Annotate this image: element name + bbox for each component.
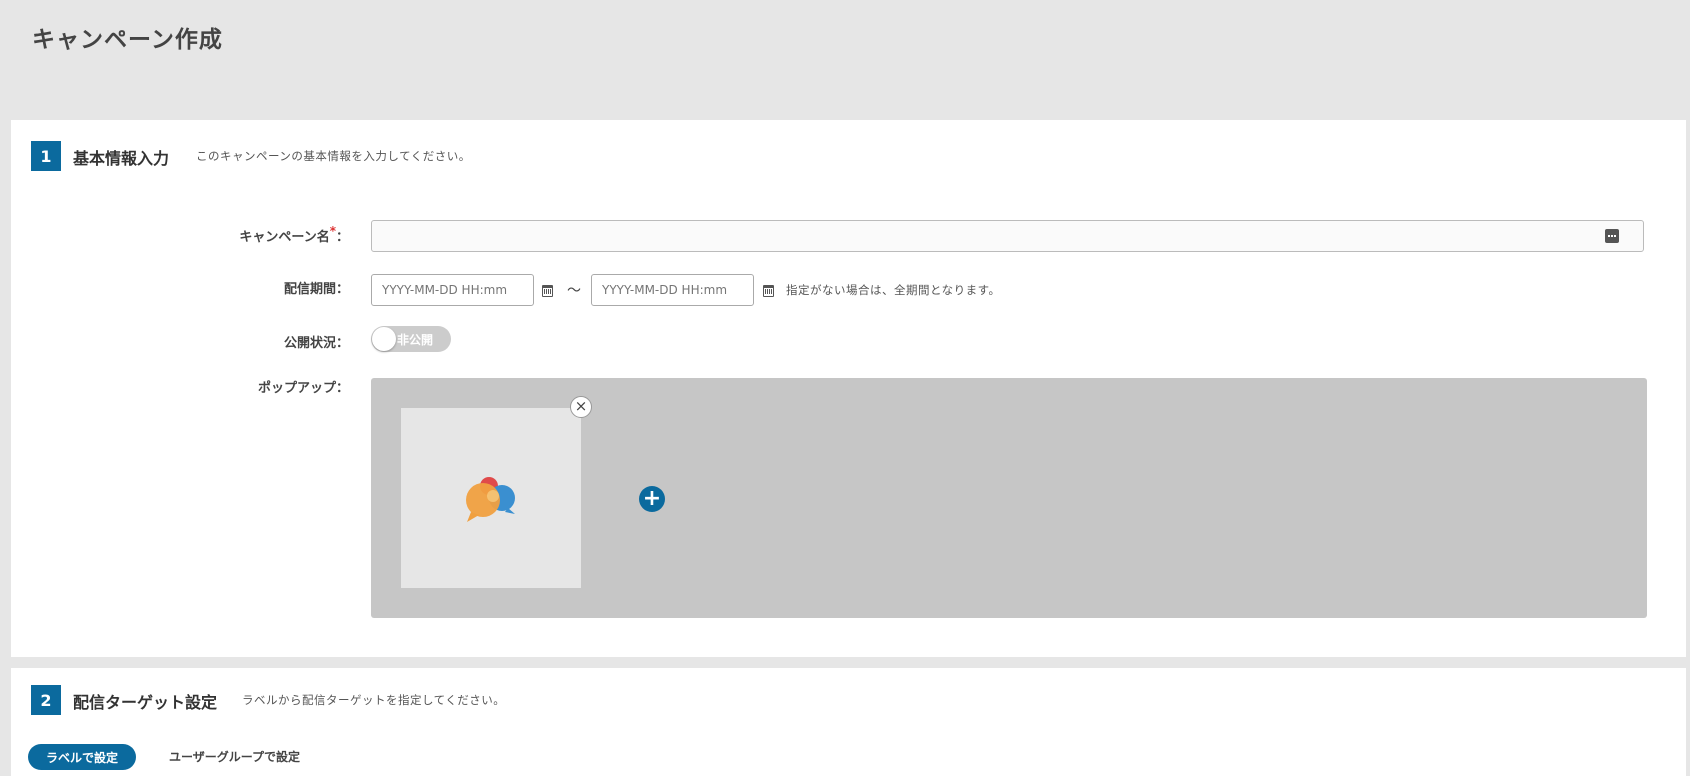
target-settings-panel: 2 配信ターゲット設定 ラベルから配信ターゲットを指定してください。 ラベルで設… bbox=[11, 668, 1686, 776]
campaign-name-label-text: キャンペーン名 bbox=[239, 230, 330, 245]
section-description: このキャンペーンの基本情報を入力してください。 bbox=[196, 149, 471, 163]
toggle-knob bbox=[372, 327, 396, 351]
status-toggle[interactable]: 非公開 bbox=[371, 326, 451, 352]
section-description-target: ラベルから配信ターゲットを指定してください。 bbox=[242, 693, 506, 707]
required-mark: * bbox=[329, 224, 336, 238]
section-title-basic-info: 基本情報入力 bbox=[73, 149, 170, 168]
calendar-icon[interactable] bbox=[542, 285, 553, 297]
period-label: 配信期間： bbox=[283, 282, 349, 297]
step-badge-2: 2 bbox=[31, 685, 61, 715]
calendar-icon[interactable] bbox=[763, 285, 774, 297]
campaign-name-input[interactable] bbox=[371, 220, 1644, 252]
status-label: 公開状況： bbox=[283, 336, 349, 351]
popup-thumbnail[interactable] bbox=[401, 408, 581, 588]
step-badge-1: 1 bbox=[31, 141, 61, 171]
popup-label: ポップアップ： bbox=[257, 381, 349, 396]
keyboard-icon[interactable] bbox=[1605, 229, 1619, 243]
tab-label-setting[interactable]: ラベルで設定 bbox=[28, 744, 136, 770]
end-date-input[interactable] bbox=[591, 274, 754, 306]
popup-area: × + bbox=[371, 378, 1647, 618]
plus-icon[interactable]: + bbox=[639, 486, 665, 512]
tab-user-group-setting[interactable]: ユーザーグループで設定 bbox=[169, 744, 300, 770]
campaign-name-label: キャンペーン名*： bbox=[149, 224, 349, 245]
chat-bubbles-logo-icon bbox=[466, 477, 515, 522]
close-icon[interactable]: × bbox=[570, 396, 592, 418]
start-date-input[interactable] bbox=[371, 274, 534, 306]
toggle-text: 非公開 bbox=[397, 333, 434, 347]
section-title-target: 配信ターゲット設定 bbox=[73, 693, 218, 712]
page-title: キャンペーン作成 bbox=[32, 27, 223, 53]
period-hint: 指定がない場合は、全期間となります。 bbox=[786, 283, 1001, 297]
period-separator: 〜 bbox=[567, 283, 581, 299]
campaign-name-label-colon: ： bbox=[335, 230, 349, 245]
basic-info-panel: 1 基本情報入力 このキャンペーンの基本情報を入力してください。 キャンペーン名… bbox=[11, 120, 1686, 657]
